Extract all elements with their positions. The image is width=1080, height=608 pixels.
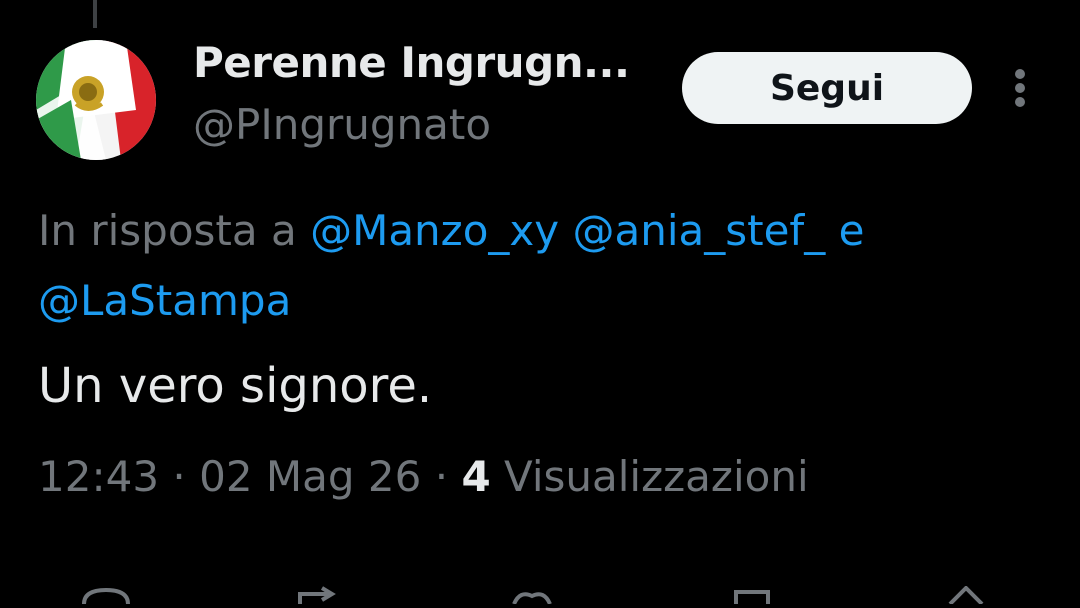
like-icon[interactable]	[512, 592, 552, 605]
mention-link[interactable]: @Manzo_xy	[310, 206, 559, 255]
author-avatar[interactable]	[36, 40, 156, 160]
meta-separator: ·	[172, 452, 186, 501]
views-label[interactable]: Visualizzazioni	[504, 452, 809, 501]
thread-connector-line	[93, 0, 97, 28]
more-vertical-icon[interactable]	[1008, 68, 1032, 112]
mention-link[interactable]: @LaStampa	[38, 276, 291, 325]
reply-context: In risposta a @Manzo_xy @ania_stef_ e @L…	[38, 196, 1038, 336]
bookmark-icon[interactable]	[734, 590, 770, 604]
tweet-text: Un vero signore.	[38, 358, 433, 414]
author-handle[interactable]: @PIngrugnato	[193, 100, 491, 149]
follow-button[interactable]: Segui	[682, 52, 972, 124]
reply-icon[interactable]	[82, 587, 130, 605]
author-display-name[interactable]: Perenne Ingrugn...	[193, 38, 630, 87]
views-count[interactable]: 4	[461, 452, 490, 501]
tweet-meta: 12:43 · 02 Mag 26 · 4 Visualizzazioni	[38, 452, 809, 501]
reply-context-prefix: In risposta a	[38, 206, 297, 255]
mention-link[interactable]: @ania_stef_	[572, 206, 825, 255]
action-bar	[0, 585, 1080, 606]
tweet-time[interactable]: 12:43	[38, 452, 159, 501]
tweet-date[interactable]: 02 Mag 26	[199, 452, 421, 501]
reply-context-conjunction: e	[838, 206, 865, 255]
retweet-icon[interactable]	[298, 586, 336, 604]
italy-flag-lion-avatar-icon	[36, 40, 156, 160]
share-icon[interactable]	[948, 585, 984, 606]
meta-separator: ·	[434, 452, 449, 501]
